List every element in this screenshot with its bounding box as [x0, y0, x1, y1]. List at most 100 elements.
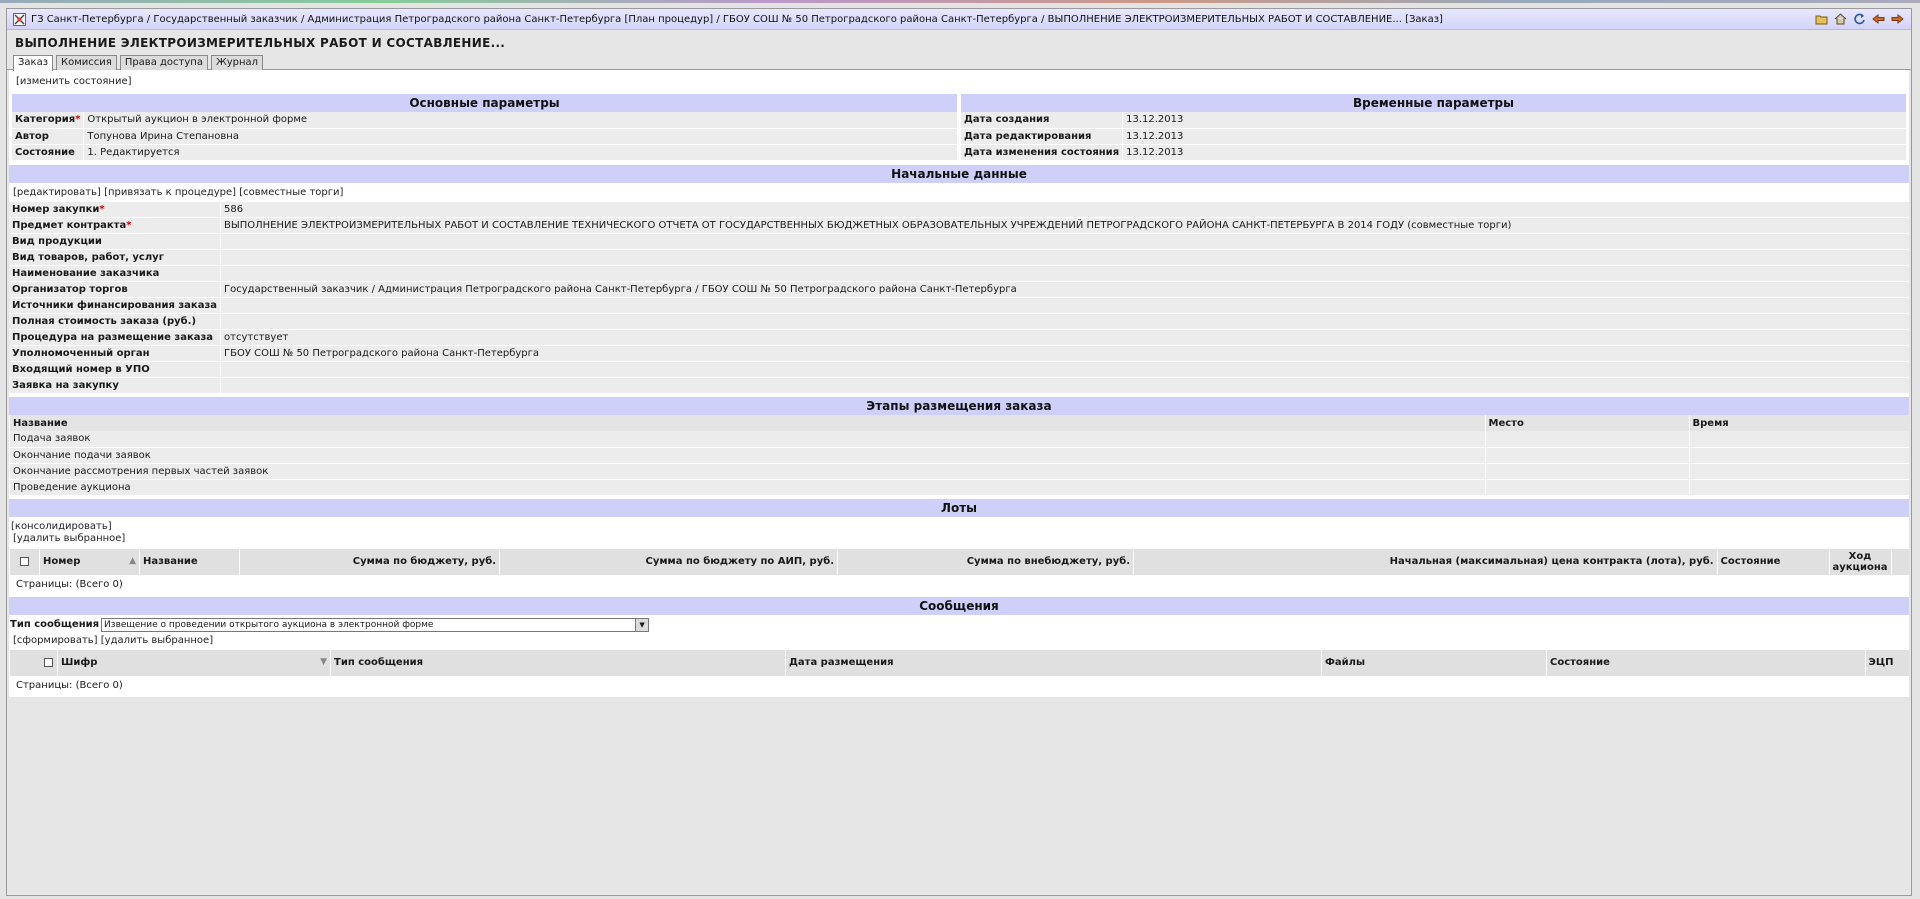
column-header-budget[interactable]: Сумма по бюджету, руб. [239, 548, 500, 575]
change-state-link[interactable]: [изменить состояние] [16, 76, 132, 87]
row-value: 13.12.2013 [1122, 112, 1906, 129]
row-value: 13.12.2013 [1122, 128, 1906, 145]
row-label: Дата редактирования [961, 128, 1123, 145]
stage-place [1484, 447, 1689, 464]
lots-table: Номер ▲ Название Сумма по бюджету, руб. … [9, 548, 1909, 575]
form-message-link[interactable]: [сформировать] [13, 635, 98, 646]
chevron-down-icon[interactable]: ▼ [635, 618, 649, 631]
row-label: Вид товаров, работ, услуг [9, 249, 221, 266]
table-row: Полная стоимость заказа (руб.) [9, 313, 1909, 330]
row-value: ГБОУ СОШ № 50 Петроградского района Санк… [220, 345, 1909, 362]
forward-arrow-icon[interactable] [1890, 12, 1905, 27]
delete-selected-messages-link[interactable]: [удалить выбранное] [101, 635, 213, 646]
edit-link[interactable]: [редактировать] [13, 187, 101, 198]
params-columns: Основные параметры Категория* Открытый а… [9, 93, 1909, 161]
table-row: Автор Топунова Ирина Степановна [12, 128, 957, 145]
row-label: Вид продукции [9, 233, 221, 250]
row-label: Источники финансирования заказа [9, 297, 221, 314]
message-actions: [сформировать] [удалить выбранное] [9, 634, 1909, 650]
refresh-icon[interactable] [1852, 12, 1867, 27]
initial-data-table: Номер закупки* 586 Предмет контракта* ВЫПО… [9, 201, 1909, 394]
joint-trades-link[interactable]: [совместные торги] [239, 187, 343, 198]
column-header-time: Время [1688, 415, 1909, 431]
delete-selected-lots-link[interactable]: [удалить выбранное] [13, 533, 125, 544]
tab-access-rights[interactable]: Права доступа [119, 55, 208, 70]
column-header-date[interactable]: Дата размещения [785, 649, 1322, 676]
column-header-state[interactable]: Состояние [1716, 548, 1829, 575]
message-type-row: Тип сообщения Извещение о проведении отк… [9, 615, 1909, 634]
column-header-budget-aip[interactable]: Сумма по бюджету по АИП, руб. [499, 548, 838, 575]
table-row: Дата создания 13.12.2013 [961, 112, 1906, 129]
page-title: ВЫПОЛНЕНИЕ ЭЛЕКТРОИЗМЕРИТЕЛЬНЫХ РАБОТ И … [15, 36, 506, 50]
stage-name: Окончание подачи заявок [9, 447, 1485, 464]
select-all-column [9, 548, 40, 575]
column-header-state[interactable]: Состояние [1546, 649, 1865, 676]
stage-place [1484, 479, 1689, 496]
state-actions: [изменить состояние] [9, 70, 1909, 93]
column-header-offbudget[interactable]: Сумма по внебюджету, руб. [837, 548, 1134, 575]
column-header-files[interactable]: Файлы [1321, 649, 1547, 676]
row-value: 586 [220, 201, 1909, 218]
row-value: Государственный заказчик / Администрация… [220, 281, 1909, 298]
table-row: Наименование заказчика [9, 265, 1909, 282]
row-value [220, 297, 1909, 314]
sort-down-icon: ▼ [320, 657, 327, 667]
column-spacer [1890, 548, 1909, 575]
stage-time [1688, 479, 1909, 496]
row-label: Организатор торгов [9, 281, 221, 298]
back-arrow-icon[interactable] [1871, 12, 1886, 27]
breadcrumb[interactable]: ГЗ Санкт-Петербурга / Государственный за… [31, 14, 1814, 25]
row-label: Категория* [12, 112, 84, 129]
row-value [220, 377, 1909, 394]
stages-title: Этапы размещения заказа [9, 396, 1909, 415]
table-row: Предмет контракта* ВЫПОЛНЕНИЕ ЭЛЕКТРОИЗМЕ… [9, 217, 1909, 234]
initial-data-title: Начальные данные [9, 163, 1909, 183]
column-header-name: Название [9, 415, 1485, 431]
row-label: Заявка на закупку [9, 377, 221, 394]
consolidate-link[interactable]: [консолидировать] [11, 521, 112, 532]
home-icon[interactable] [1833, 12, 1848, 27]
app-icon [13, 12, 26, 26]
column-header-number[interactable]: Номер ▲ [39, 548, 140, 575]
column-header-ecp[interactable]: ЭЦП [1864, 649, 1909, 676]
table-row: Вид продукции [9, 233, 1909, 250]
basic-params-title: Основные параметры [12, 93, 957, 112]
stage-time [1688, 431, 1909, 448]
table-row: Проведение аукциона [9, 479, 1909, 496]
row-label: Процедура на размещение заказа [9, 329, 221, 346]
table-row: Источники финансирования заказа [9, 297, 1909, 314]
column-header-cipher[interactable]: Шифр ▼ [57, 649, 331, 676]
row-label: Номер закупки* [9, 201, 221, 218]
message-type-select[interactable]: Извещение о проведении открытого аукцион… [101, 617, 650, 632]
select-all-checkbox[interactable] [20, 556, 29, 566]
messages-title: Сообщения [9, 595, 1909, 615]
attach-to-procedure-link[interactable]: [привязать к процедуре] [104, 187, 236, 198]
row-label: Полная стоимость заказа (руб.) [9, 313, 221, 330]
time-params-table: Дата создания 13.12.2013 Дата редактиров… [961, 112, 1906, 161]
tab-commission[interactable]: Комиссия [56, 55, 117, 70]
row-value [220, 361, 1909, 378]
tab-journal[interactable]: Журнал [210, 55, 264, 70]
table-row: Дата изменения состояния 13.12.2013 [961, 144, 1906, 161]
titlebar: ГЗ Санкт-Петербурга / Государственный за… [7, 9, 1911, 30]
sort-up-icon: ▲ [129, 556, 136, 566]
column-header-auction-progress[interactable]: Ход аукциона [1828, 548, 1891, 575]
stage-time [1688, 463, 1909, 480]
stages-table: Название Место Время Подача заявок Оконч… [9, 415, 1909, 496]
stage-name: Проведение аукциона [9, 479, 1485, 496]
row-value: Открытый аукцион в электронной форме [83, 112, 957, 129]
column-header-max-price[interactable]: Начальная (максимальная) цена контракта … [1133, 548, 1717, 575]
open-folder-icon[interactable] [1814, 12, 1829, 27]
row-label: Наименование заказчика [9, 265, 221, 282]
table-row: Окончание рассмотрения первых частей зая… [9, 463, 1909, 480]
table-row: Входящий номер в УПО [9, 361, 1909, 378]
row-label: Автор [12, 128, 84, 145]
column-header-type[interactable]: Тип сообщения [330, 649, 786, 676]
tab-order[interactable]: Заказ [13, 55, 54, 71]
select-all-checkbox[interactable] [44, 657, 53, 667]
column-header-name[interactable]: Название [139, 548, 240, 575]
tab-bar: Заказ Комиссия Права доступа Журнал [7, 52, 1911, 71]
row-label: Состояние [12, 144, 84, 161]
main-content: [изменить состояние] Основные параметры … [9, 70, 1909, 697]
table-row: Подача заявок [9, 431, 1909, 448]
